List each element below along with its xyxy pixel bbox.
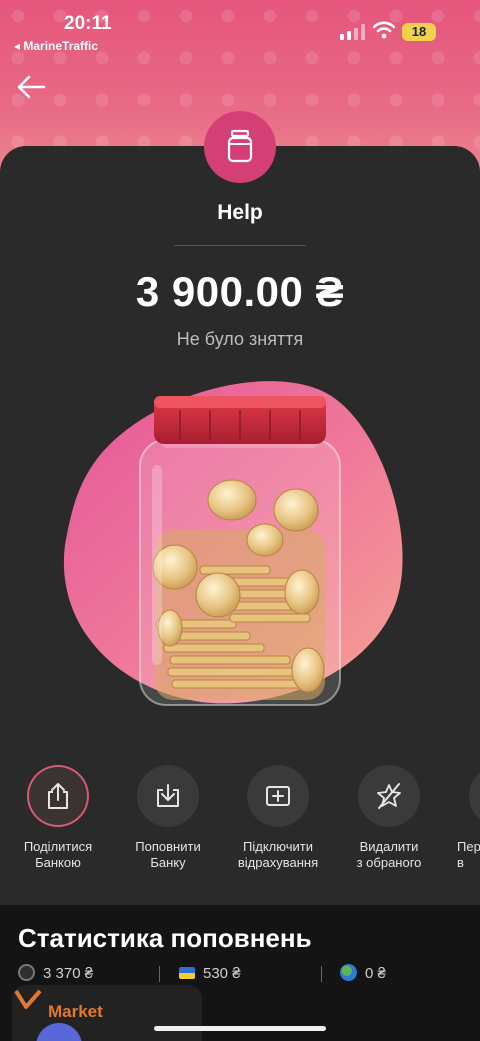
jar-title: Help: [217, 201, 263, 224]
market-widget[interactable]: Market: [12, 985, 202, 1041]
jar-actions: Поділитися Банкою Поповнити Банку Підклю…: [0, 765, 480, 885]
signal-icon: [340, 24, 365, 40]
share-jar-label: Поділитися Банкою: [23, 839, 93, 870]
withdrawal-status: Не було зняття: [176, 329, 304, 349]
stat-ukraine-value: 530 ₴: [203, 965, 241, 982]
back-to-app-link[interactable]: ◂ MarineTraffic: [14, 39, 98, 53]
share-button-circle: [27, 765, 89, 827]
top-up-jar-label: Поповнити Банку: [135, 839, 201, 870]
battery-indicator: 18: [402, 23, 436, 41]
download-tray-icon: [157, 784, 179, 807]
stats-separator: [321, 966, 322, 982]
market-label: Market: [48, 1002, 103, 1021]
partial-action-button[interactable]: Пер в: [445, 765, 480, 871]
back-arrow-icon[interactable]: [16, 74, 46, 100]
connect-deductions-label: Підключити відрахування: [237, 839, 319, 870]
remove-favorite-button[interactable]: Видалити з обраного: [334, 765, 444, 871]
remove-favorite-circle: [358, 765, 420, 827]
connect-deductions-circle: [247, 765, 309, 827]
jar-badge: [204, 111, 276, 183]
glass-highlight: [152, 465, 162, 665]
stats-title: Статистика поповнень: [18, 923, 312, 953]
connect-deductions-button[interactable]: Підключити відрахування: [223, 765, 333, 871]
partial-action-circle: [469, 765, 480, 827]
globe-icon: [340, 964, 357, 981]
partial-action-label: Пер в: [457, 839, 480, 870]
jar-illustration: [63, 381, 403, 706]
stat-international: 0 ₴: [340, 964, 386, 988]
avatar: [36, 1023, 82, 1041]
share-icon: [48, 783, 68, 809]
plus-square-icon: [266, 786, 290, 806]
ukraine-flag-icon: [179, 967, 195, 979]
share-jar-button[interactable]: Поділитися Банкою: [3, 765, 113, 871]
jar-icon: [227, 129, 253, 163]
star-crossed-icon: [377, 783, 401, 809]
status-bar: 20:11 ◂ MarineTraffic 18: [0, 0, 480, 56]
wifi-icon: [373, 21, 395, 39]
m-circle-icon: [18, 964, 35, 981]
title-divider: [174, 245, 306, 246]
market-logo-icon: [14, 989, 42, 1009]
stats-separator: [159, 966, 160, 982]
stat-international-value: 0 ₴: [365, 965, 386, 982]
top-up-jar-button[interactable]: Поповнити Банку: [113, 765, 223, 871]
status-time: 20:11: [64, 13, 112, 34]
home-indicator[interactable]: [154, 1026, 326, 1031]
remove-favorite-label: Видалити з обраного: [356, 839, 422, 870]
stat-monobank-value: 3 370 ₴: [43, 965, 94, 982]
jar-amount: 3 900.00 ₴: [135, 268, 345, 315]
top-up-button-circle: [137, 765, 199, 827]
